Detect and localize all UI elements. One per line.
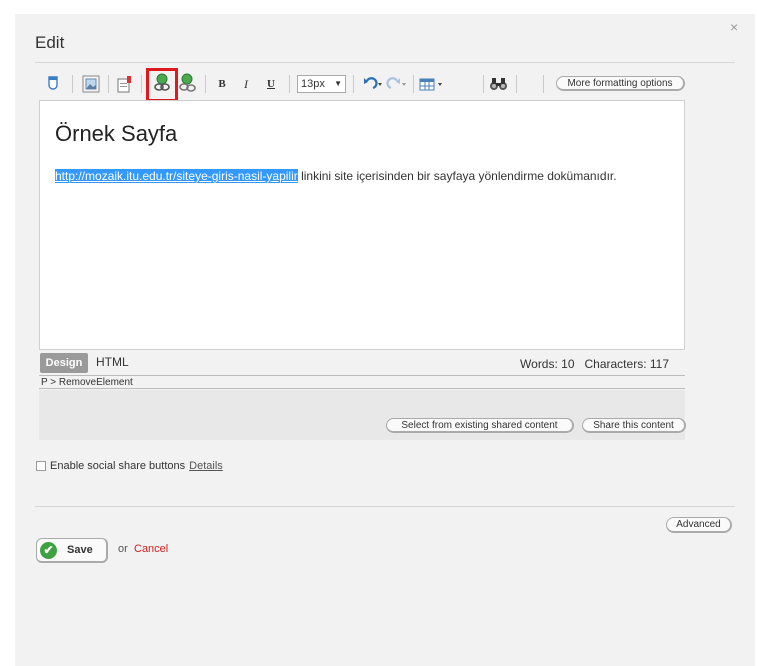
toolbar-separator <box>543 75 544 93</box>
save-label: Save <box>67 544 93 556</box>
bold-button[interactable]: B <box>216 74 228 94</box>
social-share-checkbox[interactable] <box>36 461 46 471</box>
share-content-button[interactable]: Share this content <box>582 418 686 433</box>
toolbar-separator <box>72 75 73 93</box>
paragraph-text: linkini site içerisinden bir sayfaya yön… <box>297 169 617 183</box>
insert-table-icon[interactable] <box>419 74 445 94</box>
insert-image-icon[interactable] <box>81 74 101 94</box>
cancel-link[interactable]: Cancel <box>134 543 168 555</box>
footer-divider <box>35 506 735 507</box>
selected-link-text[interactable]: http://mozaik.itu.edu.tr/siteye-giris-na… <box>55 169 298 183</box>
word-count: Words: 10 Characters: 117 <box>520 357 669 371</box>
toolbar-separator <box>516 75 517 93</box>
toolbar-separator <box>483 75 484 93</box>
details-link[interactable]: Details <box>189 460 223 472</box>
toolbar-separator <box>289 75 290 93</box>
advanced-button[interactable]: Advanced <box>666 517 732 533</box>
editor-mode-bar: Design HTML Words: 10 Characters: 117 <box>39 352 685 374</box>
editor-content-area[interactable]: Örnek Sayfa http://mozaik.itu.edu.tr/sit… <box>39 100 685 350</box>
tab-design[interactable]: Design <box>40 353 88 373</box>
chevron-down-icon: ▼ <box>334 79 342 88</box>
tab-html[interactable]: HTML <box>96 355 129 369</box>
more-formatting-button[interactable]: More formatting options <box>556 76 685 91</box>
underline-button[interactable]: U <box>265 74 277 94</box>
toolbar-separator <box>141 75 142 93</box>
or-text: or <box>118 543 128 555</box>
insert-document-icon[interactable] <box>115 74 135 94</box>
font-size-value: 13px <box>301 78 325 90</box>
toolbar-separator <box>413 75 414 93</box>
font-size-select[interactable]: 13px ▼ <box>297 75 346 93</box>
social-share-option: Enable social share buttons Details <box>36 460 223 472</box>
save-button[interactable]: ✔ Save <box>36 538 108 563</box>
link-highlight-box <box>146 68 178 102</box>
toolbar-separator <box>108 75 109 93</box>
undo-icon[interactable] <box>362 74 384 94</box>
social-share-label: Enable social share buttons <box>50 460 186 472</box>
page-heading: Örnek Sayfa <box>55 121 178 146</box>
title-divider <box>35 62 735 63</box>
element-path: P > RemoveElement <box>39 375 685 389</box>
editor-paragraph: http://mozaik.itu.edu.tr/siteye-giris-na… <box>55 169 617 183</box>
select-existing-shared-button[interactable]: Select from existing shared content <box>386 418 574 433</box>
toolbar-separator <box>353 75 354 93</box>
italic-button[interactable]: I <box>240 74 252 94</box>
close-button[interactable]: × <box>730 19 738 35</box>
dialog-title: Edit <box>35 33 65 52</box>
remove-link-icon[interactable] <box>177 73 197 93</box>
toolbar-separator <box>205 75 206 93</box>
style-icon[interactable] <box>46 74 60 94</box>
redo-icon[interactable] <box>386 74 408 94</box>
checkmark-icon: ✔ <box>40 541 57 559</box>
find-icon[interactable] <box>489 74 509 94</box>
